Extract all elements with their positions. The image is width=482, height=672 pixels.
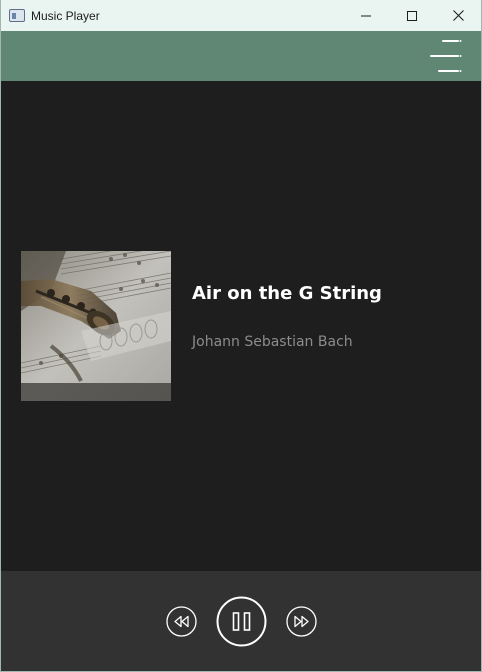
pause-button[interactable] (216, 596, 267, 647)
maximize-icon (407, 10, 417, 21)
music-player-window: Music Player Air on the G String Johann … (0, 0, 482, 672)
fast-forward-button[interactable] (286, 606, 317, 637)
window-controls (343, 0, 481, 31)
pause-icon (216, 596, 267, 647)
track-artist: Johann Sebastian Bach (192, 334, 353, 350)
fast-forward-icon (286, 606, 317, 637)
minimize-button[interactable] (343, 0, 389, 31)
minimize-icon (361, 15, 371, 16)
now-playing-panel: Air on the G String Johann Sebastian Bac… (1, 81, 481, 571)
menu-button[interactable] (427, 39, 463, 73)
rewind-button[interactable] (166, 606, 197, 637)
rewind-icon (166, 606, 197, 637)
player-controls-bar (1, 571, 481, 671)
track-title: Air on the G String (192, 283, 382, 304)
maximize-button[interactable] (389, 0, 435, 31)
window-title: Music Player (31, 8, 100, 23)
app-header (1, 31, 481, 81)
app-window-icon (9, 9, 25, 22)
saxophone-sheet-music-artwork (21, 251, 171, 401)
close-button[interactable] (435, 0, 481, 31)
close-icon (452, 10, 464, 21)
album-art (21, 251, 171, 401)
hamburger-menu-icon (430, 40, 462, 72)
title-bar: Music Player (1, 0, 481, 31)
